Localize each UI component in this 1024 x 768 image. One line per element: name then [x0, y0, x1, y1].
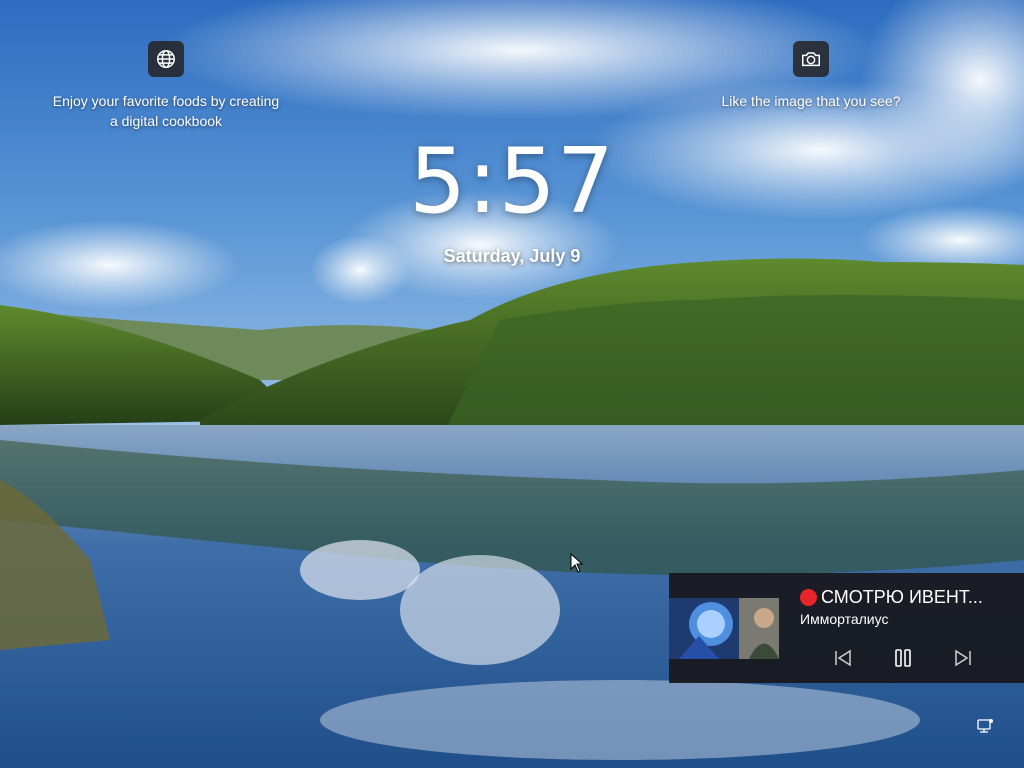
widget-image-feedback[interactable]: Like the image that you see? — [700, 41, 922, 111]
widget-tip-line1: Enjoy your favorite foods by creating — [52, 93, 280, 109]
live-indicator-icon — [800, 589, 817, 606]
widget-tip-text: Enjoy your favorite foods by creating a … — [53, 91, 279, 131]
media-control-panel[interactable]: СМОТРЮ ИВЕНТ... Имморталиус — [669, 573, 1024, 683]
widget-image-text: Like the image that you see? — [721, 93, 901, 109]
mouse-cursor-icon — [570, 553, 584, 573]
previous-track-icon — [835, 649, 851, 667]
media-artist: Имморталиус — [800, 611, 889, 627]
media-title: СМОТРЮ ИВЕНТ... — [800, 587, 983, 608]
next-track-icon — [955, 649, 971, 667]
next-track-button[interactable] — [948, 644, 978, 672]
lock-screen-date: Saturday, July 9 — [443, 246, 581, 266]
lock-screen-time: 5:57 — [408, 129, 616, 234]
camera-icon[interactable] — [793, 41, 829, 77]
globe-icon[interactable] — [148, 41, 184, 77]
media-title-text: СМОТРЮ ИВЕНТ... — [821, 587, 983, 607]
pause-icon — [895, 649, 911, 667]
network-icon[interactable] — [976, 717, 994, 735]
pause-button[interactable] — [888, 644, 918, 672]
media-thumbnail — [669, 598, 779, 659]
previous-track-button[interactable] — [828, 644, 858, 672]
widget-cookbook-tip[interactable]: Enjoy your favorite foods by creating a … — [28, 41, 304, 131]
